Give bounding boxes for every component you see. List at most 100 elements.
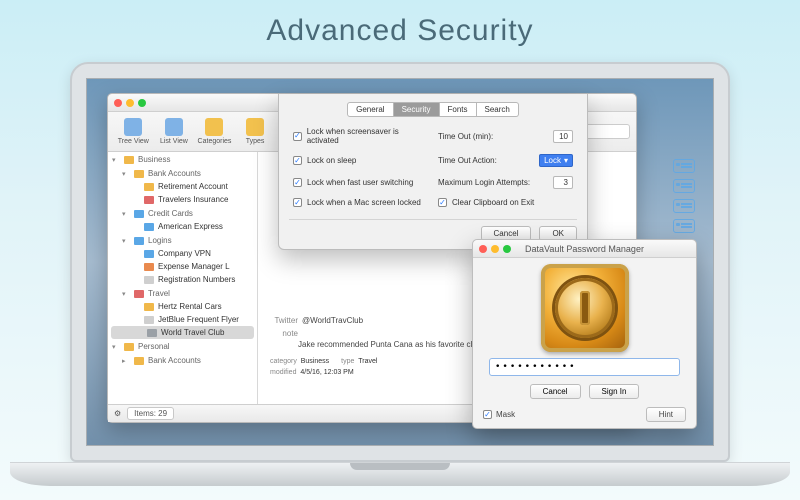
mask-label: Mask — [496, 410, 515, 419]
sidebar-item[interactable]: Registration Numbers — [108, 273, 257, 286]
laptop-mock: DataVault Password Manager Tree View List… — [70, 62, 730, 486]
list-view-icon — [165, 118, 183, 136]
toolbar-categories[interactable]: Categories — [195, 118, 234, 145]
pref-option[interactable]: Lock when fast user switching — [293, 176, 428, 189]
pref-option[interactable]: Time Out Action:Lock ▾ — [438, 154, 573, 167]
sidebar-item[interactable]: Hertz Rental Cars — [108, 300, 257, 313]
checkbox-icon[interactable] — [293, 198, 302, 207]
sidebar-item[interactable]: American Express — [108, 220, 257, 233]
toolbar-label: Types — [246, 138, 265, 145]
settings-icon[interactable]: ⚙ — [114, 409, 121, 418]
category-value: Business — [301, 358, 329, 365]
pref-option[interactable]: Lock when a Mac screen locked — [293, 198, 428, 207]
login-cancel-button[interactable]: Cancel — [530, 384, 581, 399]
toolbar-tree-view[interactable]: Tree View — [114, 118, 153, 145]
item-icon — [144, 183, 154, 191]
prefs-tab-general[interactable]: General — [347, 102, 393, 117]
sidebar-group[interactable]: Credit Cards — [108, 206, 257, 220]
pref-label: Lock when screensaver is activated — [307, 127, 428, 145]
item-icon — [147, 329, 157, 337]
modified-value: 4/5/16, 12:03 PM — [300, 369, 353, 376]
prefs-tab-security[interactable]: Security — [394, 102, 440, 117]
prefs-tab-fonts[interactable]: Fonts — [440, 102, 477, 117]
folder-icon — [124, 156, 134, 164]
sidebar-item[interactable]: JetBlue Frequent Flyer — [108, 313, 257, 326]
hero-title: Advanced Security — [0, 0, 800, 48]
item-icon — [144, 276, 154, 284]
categories-icon — [205, 118, 223, 136]
sidebar-item[interactable]: Expense Manager L — [108, 260, 257, 273]
sidebar-item-label: Registration Numbers — [158, 275, 235, 284]
sidebar-item[interactable]: Company VPN — [108, 247, 257, 260]
sidebar-item[interactable]: Retirement Account — [108, 180, 257, 193]
type-label: type — [341, 358, 354, 365]
toolbar-list-view[interactable]: List View — [155, 118, 194, 145]
card-icon — [673, 199, 695, 213]
pref-label: Lock on sleep — [307, 156, 356, 165]
prefs-tabs[interactable]: GeneralSecurityFontsSearch — [289, 102, 577, 117]
sidebar-group-label: Credit Cards — [148, 209, 193, 218]
sidebar-group[interactable]: Travel — [108, 286, 257, 300]
pref-option[interactable]: Time Out (min):10 — [438, 127, 573, 145]
sidebar-item[interactable]: World Travel Club — [111, 326, 254, 339]
types-icon — [246, 118, 264, 136]
sidebar-item-label: Retirement Account — [158, 182, 228, 191]
twitter-label: Twitter — [270, 316, 298, 325]
sidebar-group[interactable]: Logins — [108, 233, 257, 247]
login-window: DataVault Password Manager ••••••••••• C… — [472, 239, 697, 429]
toolbar-label: List View — [160, 138, 188, 145]
sidebar-item-label: World Travel Club — [161, 328, 224, 337]
checkbox-icon[interactable] — [438, 198, 447, 207]
pref-field[interactable]: 10 — [553, 130, 573, 143]
toolbar-types[interactable]: Types — [236, 118, 275, 145]
folder-icon — [134, 237, 144, 245]
sidebar-item-label: Expense Manager L — [158, 262, 230, 271]
sidebar-group[interactable]: Bank Accounts — [108, 353, 257, 367]
hero-background: Advanced Security DataVault Password Man… — [0, 0, 800, 500]
password-input[interactable]: ••••••••••• — [489, 358, 680, 376]
sidebar-group-label: Travel — [148, 289, 170, 298]
toolbar-label: Categories — [198, 138, 232, 145]
sidebar-group[interactable]: Bank Accounts — [108, 166, 257, 180]
chevron-down-icon: ▾ — [564, 156, 568, 165]
sidebar[interactable]: BusinessBank AccountsRetirement AccountT… — [108, 152, 258, 404]
item-count: Items: 29 — [127, 407, 174, 420]
login-title: DataVault Password Manager — [473, 244, 696, 254]
sidebar-item-label: American Express — [158, 222, 223, 231]
folder-icon — [134, 290, 144, 298]
prefs-tab-search[interactable]: Search — [477, 102, 519, 117]
category-label: category — [270, 358, 297, 365]
folder-icon — [124, 343, 134, 351]
tree-view-icon — [124, 118, 142, 136]
checkbox-icon[interactable] — [293, 178, 302, 187]
item-icon — [144, 196, 154, 204]
card-icon — [673, 179, 695, 193]
pref-option[interactable]: Lock when screensaver is activated — [293, 127, 428, 145]
twitter-value: @WorldTravClub — [302, 316, 363, 325]
checkbox-icon[interactable] — [293, 156, 302, 165]
preferences-sheet: GeneralSecurityFontsSearch Lock when scr… — [278, 94, 588, 250]
card-icon — [673, 159, 695, 173]
sidebar-group[interactable]: Business — [108, 152, 257, 166]
sidebar-item-label: Travelers Insurance — [158, 195, 228, 204]
signin-button[interactable]: Sign In — [589, 384, 640, 399]
pref-field[interactable]: 3 — [553, 176, 573, 189]
checkbox-icon[interactable] — [293, 132, 302, 141]
pref-option[interactable]: Maximum Login Attempts: 3 — [438, 176, 573, 189]
laptop-base — [10, 462, 790, 486]
pref-option[interactable]: Lock on sleep — [293, 154, 428, 167]
pref-option[interactable]: Clear Clipboard on Exit — [438, 198, 573, 207]
folder-icon — [134, 357, 144, 365]
sidebar-item[interactable]: Travelers Insurance — [108, 193, 257, 206]
item-icon — [144, 223, 154, 231]
mask-checkbox[interactable] — [483, 410, 492, 419]
pref-label: Maximum Login Attempts: — [438, 178, 530, 187]
sidebar-group[interactable]: Personal — [108, 339, 257, 353]
hint-button[interactable]: Hint — [646, 407, 686, 422]
sidebar-group-label: Personal — [138, 342, 170, 351]
type-value: Travel — [358, 358, 377, 365]
pref-label: Clear Clipboard on Exit — [452, 198, 534, 207]
pref-select[interactable]: Lock ▾ — [539, 154, 573, 167]
sidebar-item-label: Hertz Rental Cars — [158, 302, 222, 311]
item-icon — [144, 263, 154, 271]
